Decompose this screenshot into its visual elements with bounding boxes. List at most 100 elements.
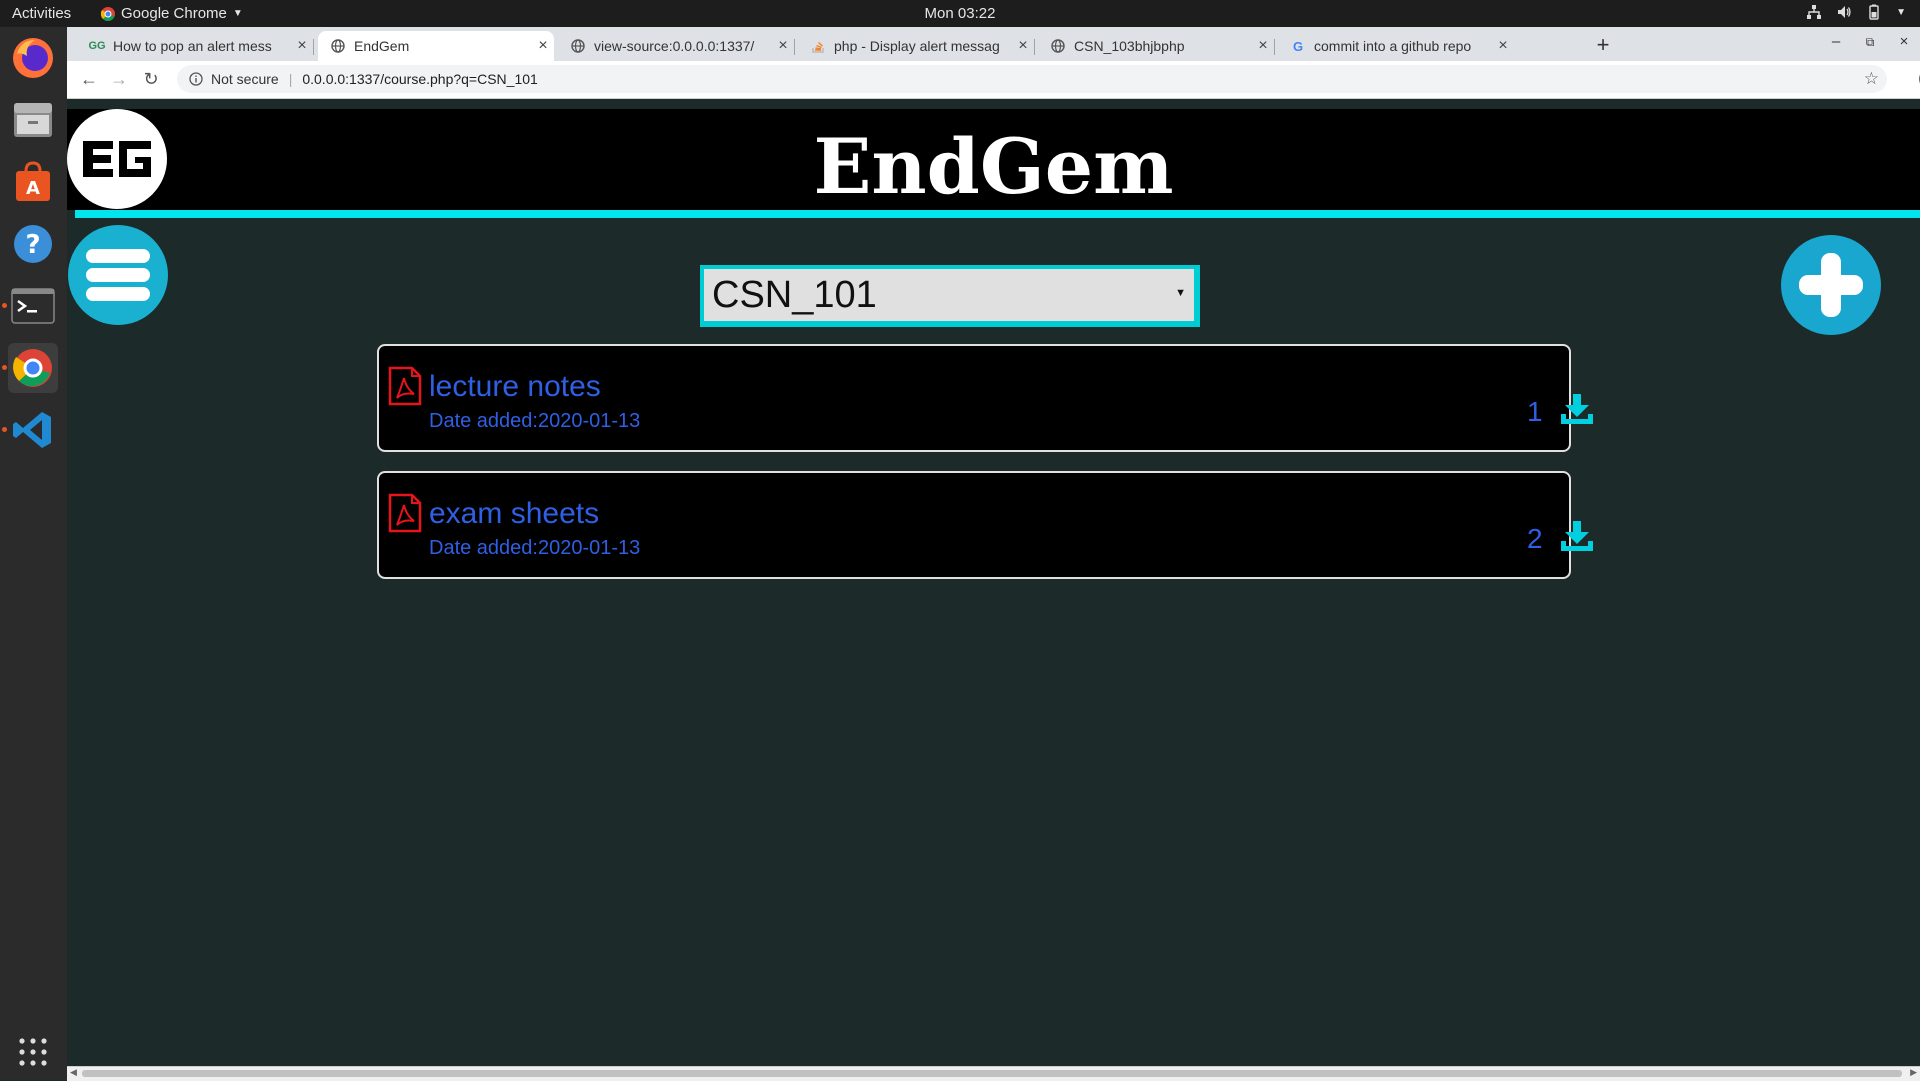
svg-text:?: ? [25, 230, 40, 260]
dropdown-caret-icon: ▼ [1175, 287, 1186, 299]
activities-button[interactable]: Activities [12, 5, 71, 22]
window-close-icon[interactable]: × [1894, 33, 1914, 50]
tab-strip: GG How to pop an alert mess × EndGem × v… [67, 27, 1920, 61]
vscode-icon [13, 412, 51, 448]
file-name-link[interactable]: exam sheets [429, 497, 599, 531]
download-count: 1 [1527, 396, 1543, 427]
show-applications[interactable] [8, 1027, 58, 1077]
hamburger-menu-button[interactable] [68, 225, 168, 325]
scrollbar-thumb[interactable] [82, 1070, 1902, 1077]
dock-software[interactable]: A [8, 157, 58, 207]
security-label: Not secure [211, 71, 279, 87]
ubuntu-dock: A ? [0, 27, 67, 1080]
tab-view-source[interactable]: view-source:0.0.0.0:1337/ × [558, 31, 795, 61]
tab-csn-103[interactable]: CSN_103bhjbphp × [1038, 31, 1275, 61]
app-name: Google Chrome [121, 5, 227, 22]
back-icon[interactable]: ← [77, 67, 101, 91]
browser-toolbar: ← → ↻ Not secure | 0.0.0.0:1337/course.p… [67, 61, 1920, 99]
scroll-right-icon[interactable]: ▶ [1910, 1067, 1917, 1078]
url-text[interactable]: 0.0.0.0:1337/course.php?q=CSN_101 [302, 71, 537, 87]
new-tab-button[interactable]: + [1589, 31, 1617, 59]
tab-divider [1034, 39, 1035, 55]
close-icon[interactable]: × [291, 37, 313, 55]
course-select[interactable]: CSN_101 ▼ [700, 265, 1200, 327]
dock-terminal[interactable] [2, 281, 58, 331]
menu-bar-line [86, 287, 150, 301]
chrome-icon [13, 349, 52, 387]
close-icon[interactable]: × [1492, 37, 1514, 55]
site-title: EndGem [813, 122, 1174, 211]
close-icon[interactable]: × [1012, 37, 1034, 55]
eg-logo-icon [77, 119, 157, 199]
file-date: Date added:2020-01-13 [429, 410, 641, 432]
menu-bar-line [86, 249, 150, 263]
dock-chrome[interactable] [2, 343, 58, 393]
clock[interactable]: Mon 03:22 [925, 5, 996, 22]
file-name-link[interactable]: lecture notes [429, 370, 601, 404]
header-divider [75, 210, 1920, 218]
network-icon [1807, 5, 1822, 19]
terminal-icon [11, 288, 55, 324]
tab-php-alert[interactable]: php - Display alert messag × [798, 31, 1035, 61]
close-icon[interactable]: × [532, 37, 554, 55]
page-content: EndGem CSN_101 ▼ lecture notes Date adde… [67, 99, 1920, 1066]
running-indicator [2, 303, 7, 308]
tab-title: view-source:0.0.0.0:1337/ [594, 38, 755, 54]
close-icon[interactable]: × [1252, 37, 1274, 55]
google-icon: G [1292, 38, 1304, 54]
download-icon[interactable] [1559, 521, 1595, 553]
horizontal-scrollbar[interactable]: ◀ ▶ [67, 1066, 1920, 1081]
download-icon[interactable] [1559, 394, 1595, 426]
tab-github-commit[interactable]: G commit into a github repo × [1278, 31, 1514, 61]
system-tray[interactable]: ▼ [1806, 4, 1906, 20]
course-select-value: CSN_101 [712, 273, 877, 316]
globe-icon [330, 38, 346, 54]
forward-icon[interactable]: → [107, 67, 131, 91]
tab-endgem[interactable]: EndGem × [318, 31, 554, 61]
bookmark-star-icon[interactable]: ☆ [1864, 69, 1879, 89]
firefox-icon [13, 38, 53, 78]
volume-icon [1838, 6, 1851, 18]
minimize-icon[interactable]: – [1826, 33, 1846, 50]
reload-icon[interactable]: ↻ [139, 67, 163, 91]
address-bar[interactable]: Not secure | 0.0.0.0:1337/course.php?q=C… [177, 65, 1887, 93]
scroll-left-icon[interactable]: ◀ [70, 1067, 77, 1078]
close-icon[interactable]: × [772, 37, 794, 55]
dock-firefox[interactable] [8, 33, 58, 83]
files-icon [14, 103, 52, 137]
site-logo[interactable] [67, 109, 167, 209]
tab-title: commit into a github repo [1314, 38, 1472, 54]
running-indicator [2, 365, 7, 370]
gg-icon: GG [88, 40, 106, 52]
system-top-bar: Activities Google Chrome ▼ Mon 03:22 ▼ [0, 0, 1920, 27]
plus-icon [1799, 253, 1863, 317]
tab-title: php - Display alert messag [834, 38, 1000, 54]
stackoverflow-icon [810, 38, 826, 54]
restore-icon[interactable]: ⧉ [1860, 35, 1880, 50]
chevron-down-icon: ▼ [232, 8, 243, 19]
pdf-icon [388, 493, 422, 533]
tab-title: How to pop an alert mess [113, 38, 272, 54]
dock-help[interactable]: ? [8, 219, 58, 269]
tab-divider [794, 39, 795, 55]
software-center-icon: A [16, 161, 50, 201]
pdf-icon [388, 366, 422, 406]
chrome-small-icon [101, 6, 115, 21]
app-menu[interactable]: Google Chrome ▼ [101, 5, 243, 22]
chevron-down-icon: ▼ [1896, 6, 1906, 18]
download-count: 2 [1527, 523, 1543, 554]
tab-title: EndGem [354, 38, 410, 54]
svg-text:A: A [26, 178, 40, 199]
dock-vscode[interactable] [2, 405, 58, 455]
add-file-button[interactable] [1781, 235, 1881, 335]
app-grid-icon [19, 1038, 47, 1066]
help-icon: ? [14, 225, 52, 263]
tab-alert-message[interactable]: GG How to pop an alert mess × [77, 31, 314, 61]
globe-icon [570, 38, 586, 54]
dock-files[interactable] [8, 95, 58, 145]
file-card-exam-sheets[interactable]: exam sheets Date added:2020-01-13 2 [377, 471, 1593, 579]
file-card-lecture-notes[interactable]: lecture notes Date added:2020-01-13 1 [377, 344, 1593, 452]
tab-title: CSN_103bhjbphp [1074, 38, 1185, 54]
menu-bar-line [86, 268, 150, 282]
running-indicator [2, 427, 7, 432]
